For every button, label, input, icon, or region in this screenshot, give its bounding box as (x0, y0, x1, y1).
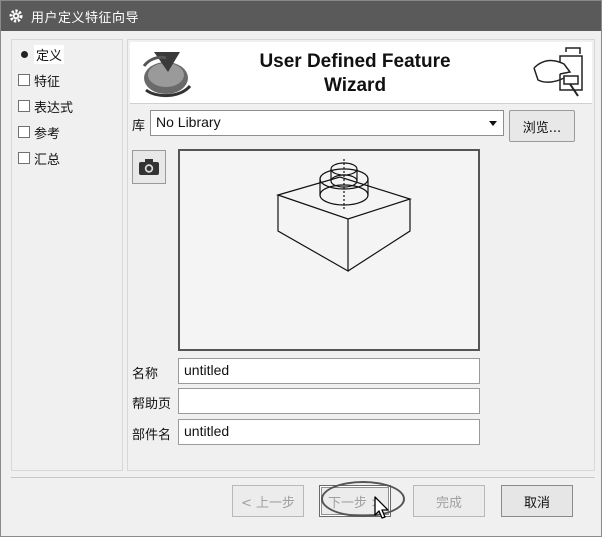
library-label: 库 (132, 119, 146, 134)
name-input[interactable]: untitled (178, 358, 480, 384)
hand-pointer-icon (530, 46, 586, 102)
wizard-header: User Defined Feature Wizard (130, 42, 592, 104)
part-wireframe-icon (276, 159, 412, 273)
library-dropdown-value: No Library (156, 114, 221, 130)
step-references[interactable]: 参考 (18, 122, 60, 142)
step-features-label: 特征 (34, 74, 61, 90)
udf-wizard-dialog: 用户定义特征向导 定义 特征 表达式 参考 汇总 User Defined Fe… (0, 0, 602, 537)
title-bar[interactable]: 用户定义特征向导 (1, 1, 601, 31)
camera-icon[interactable] (132, 150, 166, 184)
part-name-input[interactable]: untitled (178, 419, 480, 445)
step-features[interactable]: 特征 (18, 70, 60, 90)
step-summary-checkbox[interactable] (18, 152, 30, 164)
step-expressions[interactable]: 表达式 (18, 96, 73, 116)
part-name-label: 部件名 (132, 428, 172, 443)
browse-button[interactable]: 浏览... (509, 110, 575, 142)
wizard-title-line1: User Defined Feature (259, 51, 451, 72)
cancel-button[interactable]: 取消 (501, 485, 573, 517)
wizard-steps-panel: 定义 特征 表达式 参考 汇总 (11, 39, 123, 471)
step-references-label: 参考 (34, 126, 61, 142)
library-dropdown[interactable]: No Library (150, 110, 504, 136)
wizard-title-line2: Wizard (323, 75, 387, 96)
feature-shape-icon (136, 46, 194, 100)
back-button[interactable]: < 上一步 (232, 485, 304, 517)
footer-divider (11, 477, 595, 478)
next-button[interactable]: 下一步 > (319, 485, 391, 517)
window-title: 用户定义特征向导 (31, 10, 140, 26)
step-references-checkbox[interactable] (18, 126, 30, 138)
help-page-label: 帮助页 (132, 397, 172, 412)
wizard-content-panel: User Defined Feature Wizard 库 No Library… (127, 39, 595, 471)
name-label: 名称 (132, 367, 159, 382)
chevron-down-icon[interactable] (489, 121, 497, 126)
step-expressions-checkbox[interactable] (18, 100, 30, 112)
step-summary[interactable]: 汇总 (18, 148, 60, 168)
gear-icon (1, 1, 31, 31)
step-define[interactable]: 定义 (18, 44, 65, 64)
current-step-indicator-icon (18, 48, 30, 60)
wizard-title: User Defined Feature Wizard (230, 50, 480, 98)
step-define-label: 定义 (34, 44, 65, 64)
step-features-checkbox[interactable] (18, 74, 30, 86)
feature-preview-viewport[interactable] (178, 149, 480, 351)
help-page-input[interactable] (178, 388, 480, 414)
step-expressions-label: 表达式 (34, 100, 74, 116)
step-summary-label: 汇总 (34, 152, 61, 168)
finish-button[interactable]: 完成 (413, 485, 485, 517)
